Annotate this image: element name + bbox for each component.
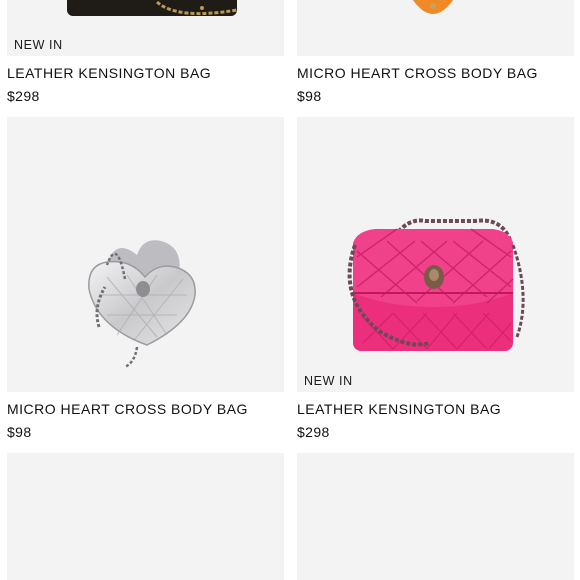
product-card[interactable]: NEW IN LEATHER KENSINGTON BAG $298 (297, 117, 574, 440)
silver-heart-bag-image (88, 240, 196, 369)
product-name[interactable]: LEATHER KENSINGTON BAG (297, 401, 574, 417)
product-card[interactable]: MICRO HEART CROSS BODY BAG $98 (7, 117, 284, 440)
product-grid: NEW IN LEATHER KENSINGTON BAG $298 MICRO… (0, 0, 580, 580)
product-name[interactable]: MICRO HEART CROSS BODY BAG (297, 65, 574, 81)
product-image-placeholder[interactable] (7, 453, 284, 580)
product-image[interactable]: NEW IN (7, 0, 284, 56)
new-in-badge: NEW IN (304, 374, 353, 388)
product-card[interactable]: NEW IN LEATHER KENSINGTON BAG $298 (7, 0, 284, 104)
new-in-badge: NEW IN (14, 38, 63, 52)
orange-heart-image (412, 0, 454, 14)
product-card[interactable]: MICRO HEART CROSS BODY BAG $98 (297, 0, 574, 104)
product-price: $98 (297, 88, 322, 104)
product-price: $298 (297, 424, 330, 440)
product-name[interactable]: MICRO HEART CROSS BODY BAG (7, 401, 284, 417)
product-price: $98 (7, 424, 32, 440)
product-card-placeholder[interactable] (7, 453, 284, 580)
pink-quilted-bag-image (347, 218, 525, 351)
product-image[interactable] (7, 117, 284, 392)
product-image[interactable]: NEW IN (297, 117, 574, 392)
product-image[interactable] (297, 0, 574, 56)
product-name[interactable]: LEATHER KENSINGTON BAG (7, 65, 284, 81)
product-price: $298 (7, 88, 40, 104)
product-card-placeholder[interactable] (297, 453, 574, 580)
product-image-placeholder[interactable] (297, 453, 574, 580)
